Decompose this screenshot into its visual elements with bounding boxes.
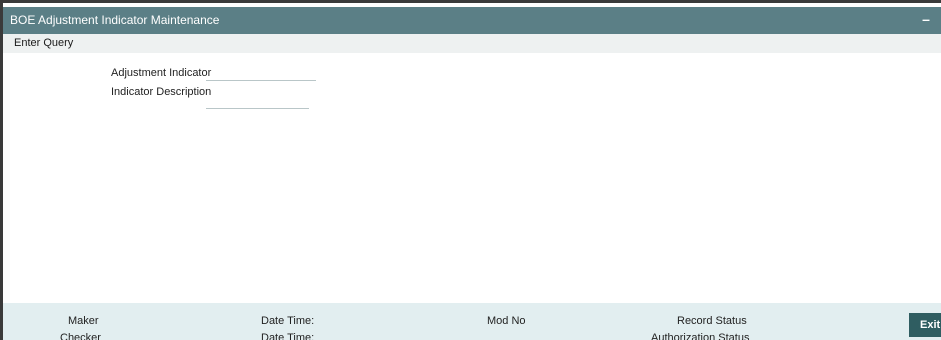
checker-label: Checker xyxy=(60,332,101,340)
indicator-description-input[interactable] xyxy=(206,93,309,109)
mod-no-label: Mod No xyxy=(487,315,526,327)
maker-label: Maker xyxy=(68,315,99,327)
record-status-label: Record Status xyxy=(677,315,747,327)
authorization-status-label: Authorization Status xyxy=(651,332,750,340)
audit-footer: Maker Checker Date Time: Date Time: Mod … xyxy=(3,303,941,340)
checker-date-time-label: Date Time: xyxy=(261,332,315,340)
app-window: BOE Adjustment Indicator Maintenance – E… xyxy=(0,0,941,340)
enter-query-menu-item[interactable]: Enter Query xyxy=(14,37,73,49)
window-title: BOE Adjustment Indicator Maintenance xyxy=(10,13,220,27)
exit-button[interactable]: Exit xyxy=(909,313,941,337)
maker-date-time-label: Date Time: xyxy=(261,315,315,327)
title-bar: BOE Adjustment Indicator Maintenance – xyxy=(3,7,941,34)
adjustment-indicator-input[interactable] xyxy=(206,65,316,81)
indicator-description-label: Indicator Description xyxy=(111,86,212,98)
minimize-button[interactable]: – xyxy=(919,11,933,27)
adjustment-indicator-label: Adjustment Indicator xyxy=(111,67,212,79)
menu-bar: Enter Query xyxy=(3,34,941,53)
